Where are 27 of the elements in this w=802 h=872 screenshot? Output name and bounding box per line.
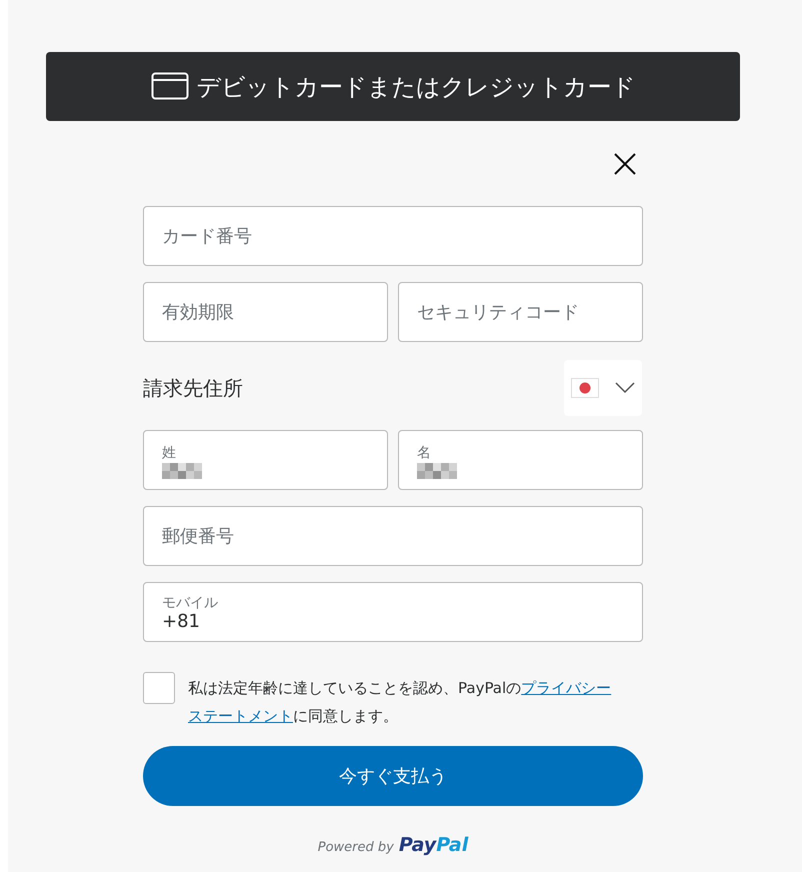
input-field[interactable]: モバイル +81 xyxy=(143,582,643,642)
paypal-logo: PayPal xyxy=(398,834,468,856)
input-field[interactable]: 有効期限 xyxy=(143,282,388,342)
input-field[interactable]: 姓 xyxy=(143,430,388,490)
field-label: 姓 xyxy=(162,445,177,461)
input-field[interactable]: カード番号 xyxy=(143,206,643,266)
field-label: モバイル xyxy=(162,595,219,611)
agreement-text: 私は法定年齢に達していることを認め、PayPalのプライバシー ステートメント に同意します。 xyxy=(188,678,612,727)
input-field[interactable]: セキュリティコード xyxy=(398,282,643,342)
field-value: +81 xyxy=(162,611,201,633)
powered-by-text: Powered by xyxy=(318,840,394,855)
close-button[interactable] xyxy=(613,152,637,176)
card-icon xyxy=(150,72,188,101)
section-heading: 請求先住所 xyxy=(143,374,243,402)
chevron-down-icon xyxy=(615,382,635,394)
header-bar[interactable]: デビットカードまたはクレジットカード xyxy=(46,52,740,121)
close-icon xyxy=(613,152,637,176)
input-field[interactable]: 名 xyxy=(398,430,643,490)
privacy-link[interactable]: プライバシー xyxy=(521,679,612,697)
header-title: デビットカードまたはクレジットカード xyxy=(196,72,636,102)
privacy-link[interactable]: ステートメント xyxy=(188,707,293,725)
flag-icon xyxy=(571,378,599,398)
field-label: 名 xyxy=(417,445,432,461)
pay-button[interactable]: 今すぐ支払う xyxy=(143,746,643,806)
checkbox[interactable] xyxy=(143,672,175,704)
country-selector[interactable] xyxy=(564,360,642,416)
input-field[interactable]: 郵便番号 xyxy=(143,506,643,566)
